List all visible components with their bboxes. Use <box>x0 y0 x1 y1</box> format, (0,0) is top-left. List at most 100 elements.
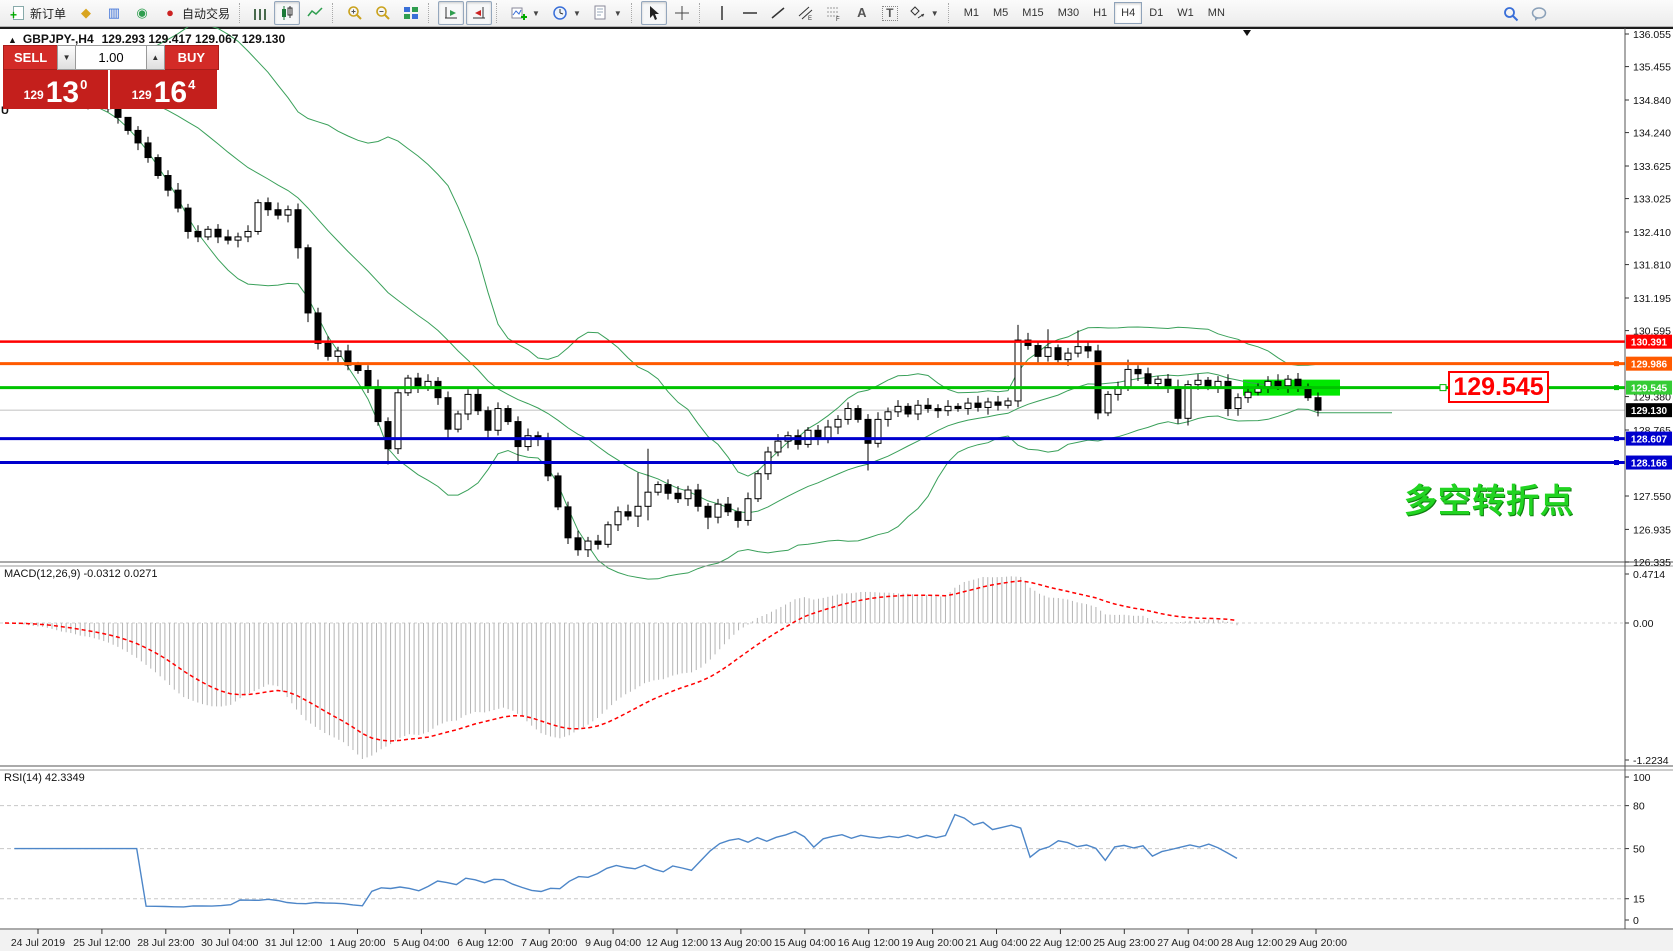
templates-button[interactable]: ▼ <box>588 1 627 25</box>
candlestick-button[interactable] <box>274 1 300 25</box>
sell-button[interactable]: SELL <box>3 45 57 70</box>
volume-increase-button[interactable]: ▲ <box>146 45 165 70</box>
macd-axis-label: 0.00 <box>1633 618 1654 630</box>
vertical-line-button[interactable] <box>709 1 735 25</box>
trendline-button[interactable] <box>765 1 791 25</box>
new-order-button[interactable]: +新订单 <box>5 1 71 25</box>
zoom-out-icon <box>375 5 391 21</box>
date-axis-label: 28 Aug 12:00 <box>1221 937 1283 949</box>
zoom-out-button[interactable] <box>370 1 396 25</box>
buy-price-pips: 16 <box>154 80 187 106</box>
toolbar-separator <box>239 3 245 23</box>
signals-button[interactable]: ◉ <box>129 1 155 25</box>
price-axis-label: 133.625 <box>1633 161 1671 173</box>
horizontal-line-button[interactable] <box>737 1 763 25</box>
rsi-axis-label: 80 <box>1633 801 1645 813</box>
timeframe-h4-button[interactable]: H4 <box>1114 2 1142 24</box>
volume-decrease-button[interactable]: ▼ <box>57 45 76 70</box>
chart-header: ▲GBPJPY-,H4129.293 129.417 129.067 129.1… <box>8 32 285 46</box>
chart-shift-marker[interactable] <box>1243 30 1251 36</box>
chart-shift-button[interactable] <box>466 1 492 25</box>
macd-axis-label: 0.4714 <box>1633 569 1665 581</box>
price-annotation-box[interactable]: 129.545 <box>1448 371 1549 403</box>
bar-chart-icon <box>254 6 267 20</box>
date-axis-label: 15 Aug 04:00 <box>774 937 836 949</box>
autotrading-icon: ● <box>162 5 178 21</box>
date-axis-label: 28 Jul 23:00 <box>137 937 194 949</box>
chevron-down-icon: ▼ <box>931 9 939 18</box>
timeframe-w1-button[interactable]: W1 <box>1170 2 1201 24</box>
chart-area[interactable]: 0.47140.00-1.22341008050150136.055135.45… <box>0 27 1673 951</box>
bollinger-middle-band <box>28 73 1392 513</box>
search-icon[interactable] <box>1498 2 1524 26</box>
tile-windows-button[interactable] <box>398 1 424 25</box>
label-icon: T <box>882 6 898 21</box>
sell-price-base: 129 <box>24 88 44 102</box>
label-button[interactable]: T <box>877 1 903 25</box>
charts-button[interactable]: ▥ <box>101 1 127 25</box>
crosshair-button[interactable] <box>669 1 695 25</box>
price-axis-label: 131.810 <box>1633 260 1671 272</box>
timeframe-d1-button[interactable]: D1 <box>1142 2 1170 24</box>
timeframe-m15-button[interactable]: M15 <box>1015 2 1050 24</box>
line-chart-button[interactable] <box>302 1 328 25</box>
text-icon: A <box>854 5 870 21</box>
periods-button[interactable]: ▼ <box>547 1 586 25</box>
buy-button[interactable]: BUY <box>165 45 219 70</box>
text-button[interactable]: A <box>849 1 875 25</box>
line-handle[interactable] <box>1614 436 1619 441</box>
buy-price-base: 129 <box>132 88 152 102</box>
date-axis-label: 5 Aug 04:00 <box>393 937 449 949</box>
price-axis-label: 126.335 <box>1633 557 1671 569</box>
templates-icon <box>593 5 609 21</box>
buy-price-display[interactable]: 129 16 4 <box>110 70 217 109</box>
timeframe-h1-button[interactable]: H1 <box>1086 2 1114 24</box>
price-tag: 128.166 <box>1626 456 1672 470</box>
channel-icon: E <box>798 5 814 21</box>
shapes-button[interactable]: ▼ <box>905 1 944 25</box>
chevron-down-icon: ▼ <box>614 9 622 18</box>
indicators-icon <box>511 5 527 21</box>
annotation-handle[interactable] <box>1440 385 1446 391</box>
sell-price-display[interactable]: 129 13 0 <box>3 70 110 109</box>
trendline-icon <box>770 5 786 21</box>
volume-input[interactable] <box>76 45 146 70</box>
date-axis-label: 9 Aug 04:00 <box>585 937 641 949</box>
turning-point-annotation[interactable]: 多空转折点 <box>1404 474 1574 522</box>
autotrading-button[interactable]: ●自动交易 <box>157 1 235 25</box>
line-handle[interactable] <box>1614 385 1619 390</box>
rsi-axis-label: 0 <box>1633 915 1639 927</box>
fibonacci-button[interactable]: F <box>821 1 847 25</box>
zoom-in-button[interactable] <box>342 1 368 25</box>
date-axis-label: 12 Aug 12:00 <box>646 937 708 949</box>
timeframe-m30-button[interactable]: M30 <box>1051 2 1086 24</box>
timeframe-m1-button[interactable]: M1 <box>957 2 986 24</box>
cursor-icon <box>646 5 662 21</box>
auto-scroll-button[interactable] <box>438 1 464 25</box>
svg-text:128.607: 128.607 <box>1631 435 1668 446</box>
profiles-button[interactable]: ◆ <box>73 1 99 25</box>
price-axis-label: 127.550 <box>1633 491 1671 503</box>
chat-icon[interactable] <box>1526 2 1552 26</box>
svg-text:130.391: 130.391 <box>1631 338 1668 349</box>
line-handle[interactable] <box>1614 460 1619 465</box>
price-axis-label: 135.455 <box>1633 62 1671 74</box>
timeframe-m5-button[interactable]: M5 <box>986 2 1015 24</box>
line-handle[interactable] <box>1614 361 1619 366</box>
indicators-button[interactable]: ▼ <box>506 1 545 25</box>
date-axis-label: 29 Aug 20:00 <box>1285 937 1347 949</box>
svg-text:E: E <box>808 16 812 21</box>
date-axis-label: 7 Aug 20:00 <box>521 937 577 949</box>
toolbar-separator <box>948 3 954 23</box>
channel-button[interactable]: E <box>793 1 819 25</box>
sell-price-pips: 13 <box>46 80 79 106</box>
date-axis-label: 21 Aug 04:00 <box>966 937 1028 949</box>
bar-chart-button[interactable] <box>249 1 272 25</box>
collapse-triangle-icon[interactable]: ▲ <box>8 35 17 45</box>
price-tag: 129.545 <box>1626 381 1672 395</box>
cursor-button[interactable] <box>641 1 667 25</box>
timeframe-mn-button[interactable]: MN <box>1201 2 1232 24</box>
buy-price-point: 4 <box>188 77 195 92</box>
date-axis-label: 6 Aug 12:00 <box>457 937 513 949</box>
svg-text:129.986: 129.986 <box>1631 360 1668 371</box>
